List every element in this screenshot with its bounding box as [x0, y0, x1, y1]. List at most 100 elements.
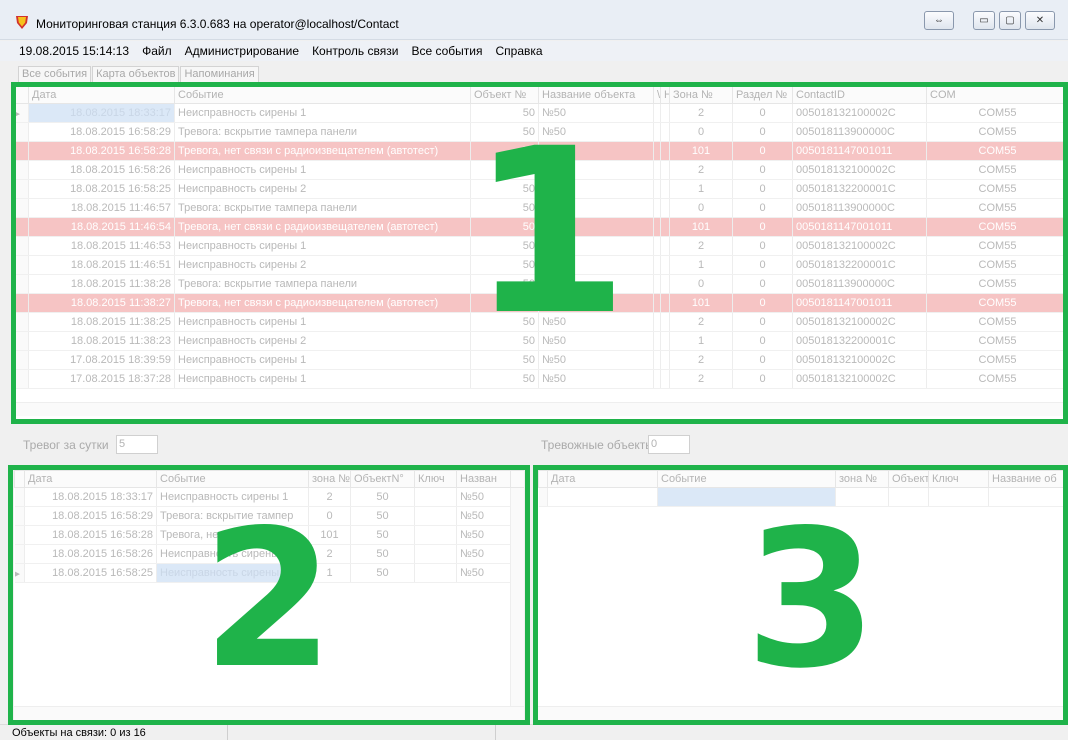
cell-date[interactable]: 18.08.2015 11:38:25: [28, 312, 175, 332]
col-object-no[interactable]: Объект!: [888, 470, 929, 488]
cell-date[interactable]: 18.08.2015 16:58:28: [24, 525, 157, 545]
cell-com[interactable]: COM55: [926, 255, 1068, 275]
cell-com[interactable]: COM55: [926, 217, 1068, 237]
cell-zone[interactable]: 2: [669, 103, 733, 123]
cell-h[interactable]: [660, 350, 670, 370]
cell-slash[interactable]: [653, 179, 661, 199]
cell-event[interactable]: Тревога, нет связи с радиоизвещателем (а…: [174, 293, 471, 313]
cell-zone[interactable]: 2: [669, 312, 733, 332]
cell-date[interactable]: 18.08.2015 11:46:53: [28, 236, 175, 256]
cell-key[interactable]: [414, 525, 457, 545]
cell-date[interactable]: 18.08.2015 11:46:51: [28, 255, 175, 275]
cell-partition[interactable]: 0: [732, 255, 793, 275]
cell-zone[interactable]: 101: [669, 141, 733, 161]
cell-slash[interactable]: [653, 103, 661, 123]
cell-com[interactable]: COM55: [926, 274, 1068, 294]
cell-name[interactable]: №50: [456, 506, 511, 526]
cell-com[interactable]: COM55: [926, 350, 1068, 370]
cell-h[interactable]: [660, 160, 670, 180]
cell-key[interactable]: [414, 506, 457, 526]
cell-date[interactable]: 18.08.2015 11:46:54: [28, 217, 175, 237]
cell-contact-id[interactable]: 005018132100002C: [792, 312, 927, 332]
row-header[interactable]: [14, 198, 29, 218]
col-key[interactable]: Ключ: [414, 470, 457, 488]
cell-com[interactable]: COM55: [926, 122, 1068, 142]
cell-zone[interactable]: 2: [669, 160, 733, 180]
cell-name[interactable]: №50: [456, 487, 511, 507]
cell-date[interactable]: 18.08.2015 16:58:25: [28, 179, 175, 199]
cell-contact-id[interactable]: 005018132100002C: [792, 236, 927, 256]
cell-zone[interactable]: 2: [669, 236, 733, 256]
cell-slash[interactable]: [653, 312, 661, 332]
cell-h[interactable]: [660, 369, 670, 389]
cell-com[interactable]: COM55: [926, 198, 1068, 218]
cell-com[interactable]: COM55: [926, 160, 1068, 180]
row-header[interactable]: [14, 525, 25, 545]
cell-slash[interactable]: [653, 331, 661, 351]
cell-zone[interactable]: 0: [669, 274, 733, 294]
cell-date[interactable]: 17.08.2015 18:37:28: [28, 369, 175, 389]
cell-date[interactable]: 18.08.2015 18:33:17: [28, 103, 175, 123]
cell-object[interactable]: 50: [350, 544, 415, 564]
col-slash[interactable]: \: [653, 86, 661, 104]
cell-contact-id[interactable]: 0050181147001011: [792, 217, 927, 237]
menu-link-control[interactable]: Контроль связи: [312, 44, 398, 58]
cell-date[interactable]: 18.08.2015 11:38:28: [28, 274, 175, 294]
cell-date[interactable]: 18.08.2015 11:38:27: [28, 293, 175, 313]
cell-key[interactable]: [928, 487, 989, 507]
cell-object[interactable]: 50: [350, 525, 415, 545]
row-header[interactable]: [14, 141, 29, 161]
col-key[interactable]: Ключ: [928, 470, 989, 488]
cell-contact-id[interactable]: 005018132100002C: [792, 160, 927, 180]
cell-object[interactable]: [888, 487, 929, 507]
col-zone-no[interactable]: Зона №: [669, 86, 733, 104]
cell-com[interactable]: COM55: [926, 369, 1068, 389]
row-header[interactable]: [14, 179, 29, 199]
cell-zone[interactable]: 2: [669, 350, 733, 370]
cell-h[interactable]: [660, 255, 670, 275]
cell-h[interactable]: [660, 331, 670, 351]
cell-date[interactable]: 18.08.2015 18:33:17: [24, 487, 157, 507]
cell-contact-id[interactable]: 005018132100002C: [792, 369, 927, 389]
cell-partition[interactable]: 0: [732, 369, 793, 389]
cell-event[interactable]: Неисправность сирены 1: [174, 103, 471, 123]
cell-object-name[interactable]: №50: [538, 369, 654, 389]
row-header[interactable]: [14, 160, 29, 180]
cell-h[interactable]: [660, 236, 670, 256]
col-zone-no[interactable]: зона №: [308, 470, 351, 488]
cell-event[interactable]: Неисправность сирены 1: [174, 350, 471, 370]
cell-partition[interactable]: 0: [732, 331, 793, 351]
cell-event[interactable]: Тревога: вскрытие тампера панели: [174, 198, 471, 218]
close-button[interactable]: ✕: [1025, 11, 1055, 30]
menu-administration[interactable]: Администрирование: [185, 44, 299, 58]
cell-contact-id[interactable]: 005018113900000C: [792, 122, 927, 142]
cell-event[interactable]: Неисправность сирены 1: [174, 312, 471, 332]
cell-name[interactable]: №50: [456, 563, 511, 583]
col-name[interactable]: Назван: [456, 470, 511, 488]
cell-event[interactable]: Неисправность сирены 1: [174, 369, 471, 389]
cell-event[interactable]: Тревога, нет связи с радиоизвещателем (а…: [174, 217, 471, 237]
cell-slash[interactable]: [653, 122, 661, 142]
row-header[interactable]: [14, 293, 29, 313]
cell-com[interactable]: COM55: [926, 103, 1068, 123]
row-header[interactable]: [14, 350, 29, 370]
cell-event[interactable]: Неисправность сирены 1: [174, 236, 471, 256]
row-header[interactable]: ▸: [14, 103, 29, 123]
col-date[interactable]: Дата: [28, 86, 175, 104]
row-header[interactable]: [14, 255, 29, 275]
cell-date[interactable]: 18.08.2015 16:58:29: [28, 122, 175, 142]
cell-name[interactable]: №50: [456, 525, 511, 545]
tab-all-events[interactable]: Все события: [18, 66, 92, 82]
restore-arrows-button[interactable]: ⇔: [924, 11, 954, 30]
cell-partition[interactable]: 0: [732, 160, 793, 180]
cell-object[interactable]: 50: [350, 563, 415, 583]
cell-slash[interactable]: [653, 217, 661, 237]
row-header[interactable]: [14, 369, 29, 389]
cell-slash[interactable]: [653, 160, 661, 180]
cell-event[interactable]: Тревога, нет связи с радиоизвещателем (а…: [174, 141, 471, 161]
cell-event[interactable]: Неисправность сирены 2: [174, 331, 471, 351]
cell-com[interactable]: COM55: [926, 179, 1068, 199]
col-contact-id[interactable]: ContactID: [792, 86, 927, 104]
cell-contact-id[interactable]: 005018132200001C: [792, 331, 927, 351]
table-row[interactable]: 17.08.2015 18:37:28 Неисправность сирены …: [14, 369, 1068, 389]
